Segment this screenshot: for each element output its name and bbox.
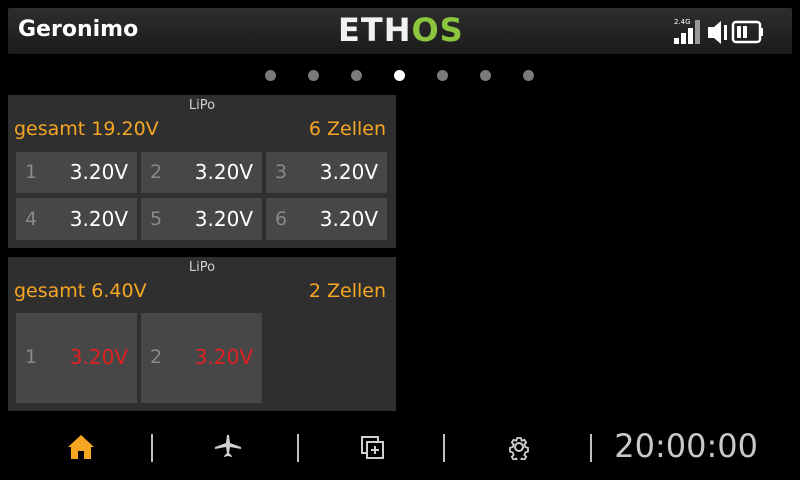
- lipo-widget-1[interactable]: LiPo gesamt 19.20V 6 Zellen 1 3.20V 2 3.…: [8, 95, 396, 248]
- logo-text-left: ETH: [338, 11, 412, 49]
- bottom-bar: 20:00:00: [0, 416, 800, 480]
- volume-icon[interactable]: [708, 21, 727, 44]
- lipo-widget-2[interactable]: LiPo gesamt 6.40V 2 Zellen 1 3.20V 2 3.2…: [8, 257, 396, 411]
- rf-band-label: 2.4G: [674, 18, 691, 26]
- cell-tile: 5 3.20V: [141, 198, 262, 240]
- cell-number: 2: [150, 346, 163, 368]
- settings-button[interactable]: [499, 432, 539, 462]
- top-bar: Geronimo ETHOS 2.4G: [0, 0, 800, 60]
- widget-title: LiPo: [188, 98, 216, 113]
- pack-total-voltage: gesamt 6.40V: [14, 280, 147, 302]
- top-bar-inner: Geronimo ETHOS 2.4G: [8, 8, 792, 54]
- airplane-icon: [215, 435, 241, 457]
- cell-number: 6: [275, 208, 288, 230]
- model-button[interactable]: [208, 432, 248, 462]
- page-dot-4-active[interactable]: [394, 70, 405, 81]
- cell-number: 4: [25, 208, 38, 230]
- cell-tile: 1 3.20V: [16, 313, 137, 403]
- cell-number: 5: [150, 208, 163, 230]
- page-dot-7[interactable]: [523, 70, 534, 81]
- cell-voltage: 3.20V: [194, 207, 253, 231]
- gear-icon: [509, 437, 529, 460]
- cell-voltage-alarm: 3.20V: [194, 345, 253, 369]
- ethos-logo: ETHOS: [338, 11, 464, 49]
- cell-voltage: 3.20V: [319, 160, 378, 184]
- nav-separator: [443, 434, 445, 462]
- page-dot-2[interactable]: [308, 70, 319, 81]
- logo-text-right: OS: [411, 11, 464, 49]
- nav-separator: [297, 434, 299, 462]
- cell-voltage: 3.20V: [194, 160, 253, 184]
- page-dot-3[interactable]: [351, 70, 362, 81]
- widget-title: LiPo: [188, 260, 216, 275]
- cell-tile: 1 3.20V: [16, 152, 137, 193]
- cell-number: 2: [150, 161, 163, 183]
- layers-icon: [361, 436, 384, 459]
- cell-count: 6 Zellen: [308, 118, 386, 140]
- cell-count: 2 Zellen: [308, 280, 386, 302]
- system-clock: 20:00:00: [614, 427, 758, 465]
- status-icons: 2.4G: [674, 16, 784, 46]
- cell-voltage: 3.20V: [69, 160, 128, 184]
- nav-separator: [590, 434, 592, 462]
- pack-total-voltage: gesamt 19.20V: [14, 118, 159, 140]
- cell-voltage: 3.20V: [319, 207, 378, 231]
- page-dot-5[interactable]: [437, 70, 448, 81]
- cell-voltage-alarm: 3.20V: [69, 345, 128, 369]
- battery-icon[interactable]: [731, 20, 763, 44]
- home-icon: [68, 435, 94, 459]
- cell-number: 3: [275, 161, 288, 183]
- cell-tile: 6 3.20V: [266, 198, 387, 240]
- cell-tile: 2 3.20V: [141, 313, 262, 403]
- page-dot-1[interactable]: [265, 70, 276, 81]
- signal-strength-icon[interactable]: 2.4G: [674, 18, 700, 44]
- cell-tile: 4 3.20V: [16, 198, 137, 240]
- system-button[interactable]: [353, 432, 393, 462]
- page-indicator: [0, 70, 800, 82]
- cell-number: 1: [25, 346, 38, 368]
- page-dot-6[interactable]: [480, 70, 491, 81]
- home-button[interactable]: [61, 432, 101, 462]
- model-name[interactable]: Geronimo: [18, 17, 138, 42]
- cell-number: 1: [25, 161, 38, 183]
- cell-tile: 2 3.20V: [141, 152, 262, 193]
- cell-voltage: 3.20V: [69, 207, 128, 231]
- cell-tile: 3 3.20V: [266, 152, 387, 193]
- nav-separator: [151, 434, 153, 462]
